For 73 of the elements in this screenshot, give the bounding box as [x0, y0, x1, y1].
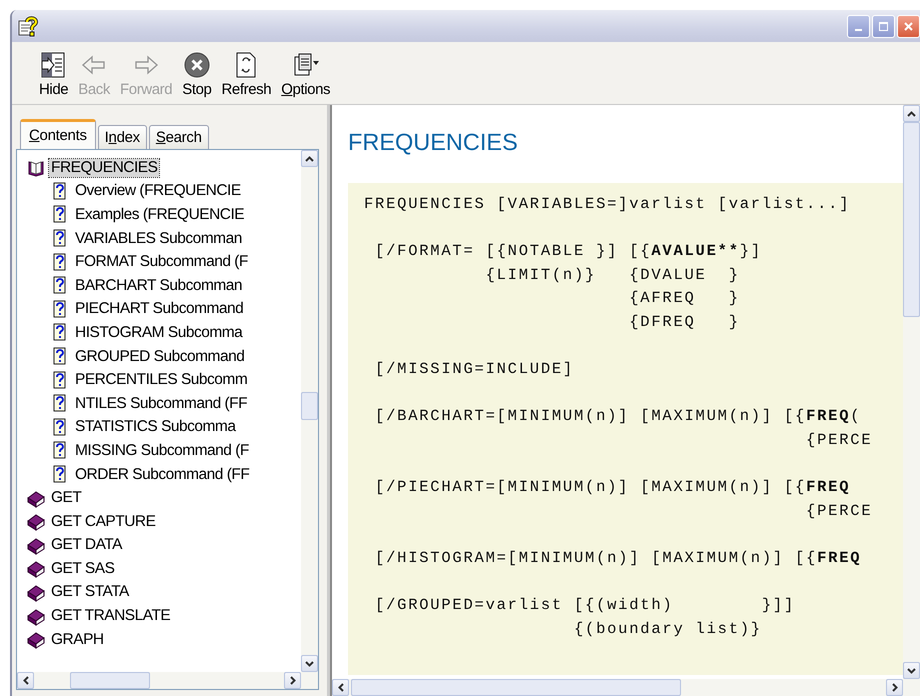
- scroll-thumb[interactable]: [903, 122, 920, 317]
- tree-item[interactable]: HISTOGRAM Subcomma: [51, 321, 301, 345]
- syntax-line: FREQUENCIES [VARIABLES=]varlist [varlist...]: [364, 194, 850, 215]
- syntax-line: {AFREQ }: [628, 288, 740, 310]
- tree-item[interactable]: GET DATA: [27, 534, 301, 558]
- book-icon: [27, 630, 45, 650]
- syntax-line: [/MISSING=INCLUDE]: [374, 359, 574, 380]
- tree-item[interactable]: Overview (FREQUENCIE: [51, 180, 301, 204]
- tree-item[interactable]: GET: [27, 486, 301, 510]
- tree-item[interactable]: BARCHART Subcomman: [51, 274, 301, 298]
- book-icon: [27, 488, 45, 508]
- tree-item[interactable]: GET SAS: [27, 557, 301, 581]
- maximize-button[interactable]: [872, 14, 895, 38]
- syntax-line: [/GROUPED=varlist [{(width) }]]: [374, 595, 796, 616]
- scroll-thumb[interactable]: [351, 679, 681, 696]
- vertical-scrollbar[interactable]: [301, 150, 318, 672]
- syntax-line: [/BARCHART=[MINIMUM(n)] [MAXIMUM(n)] [{FREQ(: [374, 406, 862, 428]
- navigation-tab[interactable]: Contents: [20, 119, 96, 150]
- tree-item[interactable]: PERCENTILES Subcomm: [51, 368, 301, 392]
- toolbar-button[interactable]: Hide: [34, 51, 74, 100]
- scroll-left-button[interactable]: [17, 672, 34, 689]
- stop-icon: [182, 51, 211, 79]
- horizontal-scrollbar[interactable]: [17, 672, 318, 689]
- book-icon: [27, 582, 45, 602]
- close-button[interactable]: [897, 14, 920, 38]
- book-icon: [27, 536, 45, 555]
- syntax-line: {PERCE: [805, 500, 872, 522]
- scroll-right-button[interactable]: [284, 672, 301, 689]
- toolbar-button[interactable]: Options: [276, 51, 336, 100]
- book-icon: [27, 606, 45, 626]
- syntax-line: [/FORMAT= [{NOTABLE }] [{AVALUE**}]: [374, 241, 762, 262]
- tree-item[interactable]: GRAPH: [27, 628, 301, 652]
- tree-item[interactable]: GET TRANSLATE: [27, 604, 301, 628]
- scroll-thumb[interactable]: [301, 392, 318, 420]
- syntax-line: {LIMIT(n)} {DVALUE }: [484, 264, 740, 286]
- tree-item[interactable]: FORMAT Subcommand (F: [51, 250, 301, 274]
- horizontal-scrollbar[interactable]: [332, 679, 920, 696]
- tree-item[interactable]: NTILES Subcommand (FF: [51, 392, 301, 416]
- scroll-up-button[interactable]: [301, 150, 318, 167]
- scroll-thumb[interactable]: [70, 672, 150, 689]
- minimize-button[interactable]: [847, 14, 870, 38]
- syntax-line: {(boundary list)}: [572, 618, 762, 640]
- syntax-line: {DFREQ }: [628, 312, 740, 333]
- syntax-line: {PERCE: [805, 430, 872, 451]
- tree-item[interactable]: ORDER Subcommand (FF: [51, 462, 301, 486]
- scroll-up-button[interactable]: [903, 105, 920, 122]
- scroll-right-button[interactable]: [886, 679, 903, 696]
- syntax-line: [/PIECHART=[MINIMUM(n)] [MAXIMUM(n)] [{FREQ: [374, 477, 850, 498]
- scroll-down-button[interactable]: [301, 655, 318, 672]
- navigation-tab[interactable]: Index: [98, 125, 147, 149]
- help-question-icon: [18, 15, 40, 37]
- navigation-tab[interactable]: Search: [148, 125, 209, 149]
- book-icon: [27, 559, 45, 578]
- tree-item[interactable]: GROUPED Subcommand: [51, 344, 301, 368]
- toolbar-button[interactable]: Stop: [177, 51, 216, 100]
- tree-item[interactable]: Examples (FREQUENCIE: [51, 203, 301, 227]
- scroll-down-button[interactable]: [903, 662, 920, 679]
- tree-item[interactable]: GET CAPTURE: [27, 510, 301, 534]
- toolbar-button[interactable]: Refresh: [216, 51, 276, 100]
- tree-item[interactable]: VARIABLES Subcomman: [51, 226, 301, 250]
- tree-item[interactable]: PIECHART Subcommand: [51, 298, 301, 322]
- close-icon: [904, 22, 913, 30]
- book-icon: [27, 512, 45, 532]
- scroll-left-button[interactable]: [332, 679, 349, 696]
- vertical-scrollbar[interactable]: [903, 105, 920, 679]
- minus-icon: [855, 29, 862, 31]
- square-icon: [879, 22, 888, 30]
- tree-item[interactable]: FREQUENCIES: [27, 156, 301, 180]
- syntax-line: [/HISTOGRAM=[MINIMUM(n)] [MAXIMUM(n)] [{FREQ: [374, 548, 862, 569]
- topic-title: FREQUENCIES: [348, 129, 519, 156]
- tree-item[interactable]: STATISTICS Subcomma: [51, 416, 301, 440]
- tree-item[interactable]: GET STATA: [27, 580, 301, 604]
- tree-item[interactable]: MISSING Subcommand (F: [51, 439, 301, 463]
